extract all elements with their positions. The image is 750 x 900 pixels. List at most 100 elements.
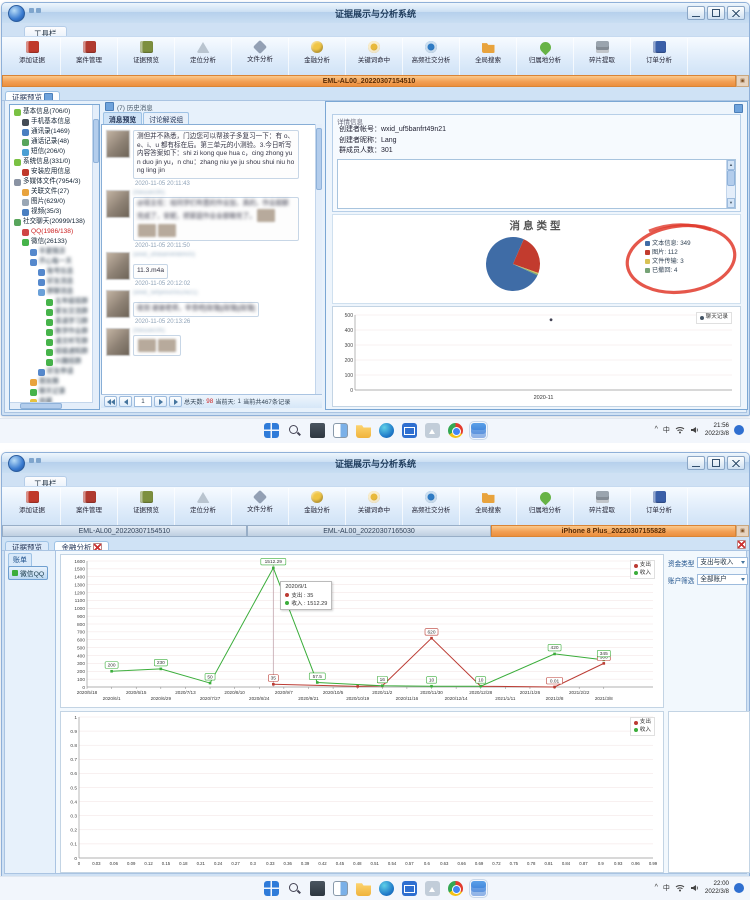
- toolbar-button[interactable]: 金融分析: [289, 488, 346, 526]
- toolbar-button[interactable]: 碎片提取: [574, 488, 631, 526]
- ime-indicator[interactable]: 中: [663, 425, 670, 435]
- panel-window-icon[interactable]: [734, 104, 743, 113]
- tree-item[interactable]: 半夏微凉: [12, 247, 92, 257]
- app-icon[interactable]: [471, 423, 486, 438]
- tree-item[interactable]: 安装应用信息: [12, 167, 92, 177]
- textarea-scrollbar[interactable]: ▲ ▼: [726, 160, 735, 208]
- tree-item[interactable]: 通讯录(1469): [12, 127, 92, 137]
- minimize-button[interactable]: [687, 456, 705, 470]
- toolbar-button[interactable]: 定位分析: [175, 38, 232, 76]
- wifi-icon[interactable]: [675, 426, 685, 434]
- notes-textarea[interactable]: ▲ ▼: [337, 159, 736, 209]
- toolbar-button[interactable]: 金融分析: [289, 38, 346, 76]
- toolbar-button[interactable]: 文件分析: [232, 488, 289, 526]
- toolbar-button[interactable]: 案件管理: [61, 488, 118, 526]
- first-page-button[interactable]: [104, 396, 117, 407]
- arrows-icon[interactable]: [425, 881, 440, 896]
- tree-item[interactable]: 账号信息: [12, 267, 92, 277]
- taskbar-clock[interactable]: 21:56 2022/3/8: [705, 422, 729, 438]
- sidebar-group-bill[interactable]: 账单: [8, 553, 32, 567]
- tree-item[interactable]: 多媒体文件(7954/3): [12, 177, 92, 187]
- message-item[interactable]: (wxid_5efyexu0552w21)收到 谢谢老师，辛苦吧[玫瑰][玫瑰]…: [106, 290, 311, 325]
- message-bubble[interactable]: [133, 335, 181, 356]
- copy-icon[interactable]: [105, 102, 114, 111]
- notification-badge[interactable]: [734, 883, 744, 893]
- message-item[interactable]: (wxid_uf5bam4ntilm00)11.3.m4a2020-11-05 …: [106, 252, 311, 287]
- maximize-button[interactable]: [707, 6, 725, 20]
- toolbar-button[interactable]: 订单分析: [631, 38, 688, 76]
- toolbar-button[interactable]: 碎片提取: [574, 38, 631, 76]
- tree-item[interactable]: 五年级班群: [12, 297, 92, 307]
- tree-item[interactable]: 语文听写群: [12, 337, 92, 347]
- toolbar-button[interactable]: 高频社交分析: [403, 488, 460, 526]
- ime-indicator[interactable]: 中: [663, 883, 670, 893]
- toolbar-button[interactable]: 添加证据: [4, 38, 61, 76]
- message-bubble[interactable]: 测但并不熟悉，门边您可以帮孩子多复习一下：有 o、e、i、u 都有标在后。第三单…: [133, 130, 299, 179]
- close-all-tabs-icon[interactable]: [737, 540, 746, 549]
- toolbar-button[interactable]: 高频社交分析: [403, 38, 460, 76]
- toolbar-button[interactable]: 全局搜索: [460, 488, 517, 526]
- mail-icon[interactable]: [402, 423, 417, 438]
- tree-item[interactable]: 兴趣班群: [12, 357, 92, 367]
- page-number-input[interactable]: 1: [134, 396, 152, 407]
- tab-scroll-button[interactable]: ▣: [736, 525, 749, 537]
- tree-item[interactable]: 好友消息: [12, 277, 92, 287]
- toolbar-button[interactable]: 添加证据: [4, 488, 61, 526]
- toolbar-button[interactable]: 关键词命中: [346, 488, 403, 526]
- message-bubble[interactable]: 11.3.m4a: [133, 264, 168, 279]
- volume-icon[interactable]: [690, 884, 700, 892]
- chrome-icon[interactable]: [448, 423, 463, 438]
- search-icon[interactable]: [287, 881, 302, 896]
- tree-item[interactable]: 社交聊天(20999/138): [12, 217, 92, 227]
- last-page-button[interactable]: [169, 396, 182, 407]
- volume-icon[interactable]: [690, 426, 700, 434]
- close-button[interactable]: [727, 6, 745, 20]
- tree-item[interactable]: 好友申请: [12, 367, 92, 377]
- tree-item[interactable]: 开心每一天: [12, 257, 92, 267]
- taskbar-clock[interactable]: 22:00 2022/3/8: [705, 880, 729, 896]
- minimize-button[interactable]: [687, 6, 705, 20]
- explorer-icon[interactable]: [356, 881, 371, 896]
- chat-tab-preview[interactable]: 消息预览: [103, 112, 142, 124]
- tree-item[interactable]: 家长交流群: [12, 307, 92, 317]
- message-bubble[interactable]: @班主任：给同学们布置的作业加，真的，作业超额完成了，安妮，把家庭作业全部做完了…: [133, 197, 299, 242]
- tree-item[interactable]: 数学作业群: [12, 327, 92, 337]
- tree-item[interactable]: 微信(26133): [12, 237, 92, 247]
- chat-vertical-scrollbar[interactable]: [315, 124, 322, 395]
- tray-chevron-icon[interactable]: ^: [655, 884, 658, 891]
- toolbar-button[interactable]: 关键词命中: [346, 38, 403, 76]
- tree-item[interactable]: 通话记录(48): [12, 137, 92, 147]
- message-item[interactable]: (heiuuec9h)@班主任：给同学们布置的作业加，真的，作业超额完成了，安妮…: [106, 190, 311, 250]
- files-icon[interactable]: [310, 881, 325, 896]
- prev-page-button[interactable]: [119, 396, 132, 407]
- tab-scroll-button[interactable]: ▣: [736, 75, 749, 87]
- tree-item[interactable]: 聊天记录: [12, 387, 92, 397]
- tray-chevron-icon[interactable]: ^: [655, 426, 658, 433]
- explorer-icon[interactable]: [356, 423, 371, 438]
- toolbar-button[interactable]: 文件分析: [232, 38, 289, 76]
- tree-item[interactable]: 手机基本信息: [12, 117, 92, 127]
- message-item[interactable]: (heiuuec0h): [106, 328, 311, 357]
- evidence-tab-active[interactable]: iPhone 8 Plus_20220307155828: [491, 525, 736, 537]
- search-icon[interactable]: [287, 423, 302, 438]
- next-page-button[interactable]: [154, 396, 167, 407]
- tree-vertical-scrollbar[interactable]: [92, 105, 99, 409]
- notification-badge[interactable]: [734, 425, 744, 435]
- scroll-up-arrow[interactable]: ▲: [727, 160, 735, 170]
- tree-item[interactable]: 英语学习群: [12, 317, 92, 327]
- taskview-icon[interactable]: [333, 423, 348, 438]
- tree-item[interactable]: 朋友圈: [12, 377, 92, 387]
- evidence-tab[interactable]: EML-AL00_20220307165030: [247, 525, 492, 537]
- toolbar-button[interactable]: 证据预览: [118, 488, 175, 526]
- taskview-icon[interactable]: [333, 881, 348, 896]
- files-icon[interactable]: [310, 423, 325, 438]
- message-item[interactable]: 测但并不熟悉，门边您可以帮孩子多复习一下：有 o、e、i、u 都有标在后。第三单…: [106, 130, 311, 187]
- toolbar-button[interactable]: 案件管理: [61, 38, 118, 76]
- tree-item[interactable]: 关联文件(27): [12, 187, 92, 197]
- start-icon[interactable]: [264, 423, 279, 438]
- sidebar-item-wechat-qq[interactable]: 微信QQ: [8, 566, 48, 580]
- toolbar-button[interactable]: 归属地分析: [517, 38, 574, 76]
- maximize-button[interactable]: [707, 456, 725, 470]
- message-bubble[interactable]: 收到 谢谢老师，辛苦吧[玫瑰][玫瑰][玫瑰]: [133, 302, 259, 317]
- tree-item[interactable]: 群聊消息: [12, 287, 92, 297]
